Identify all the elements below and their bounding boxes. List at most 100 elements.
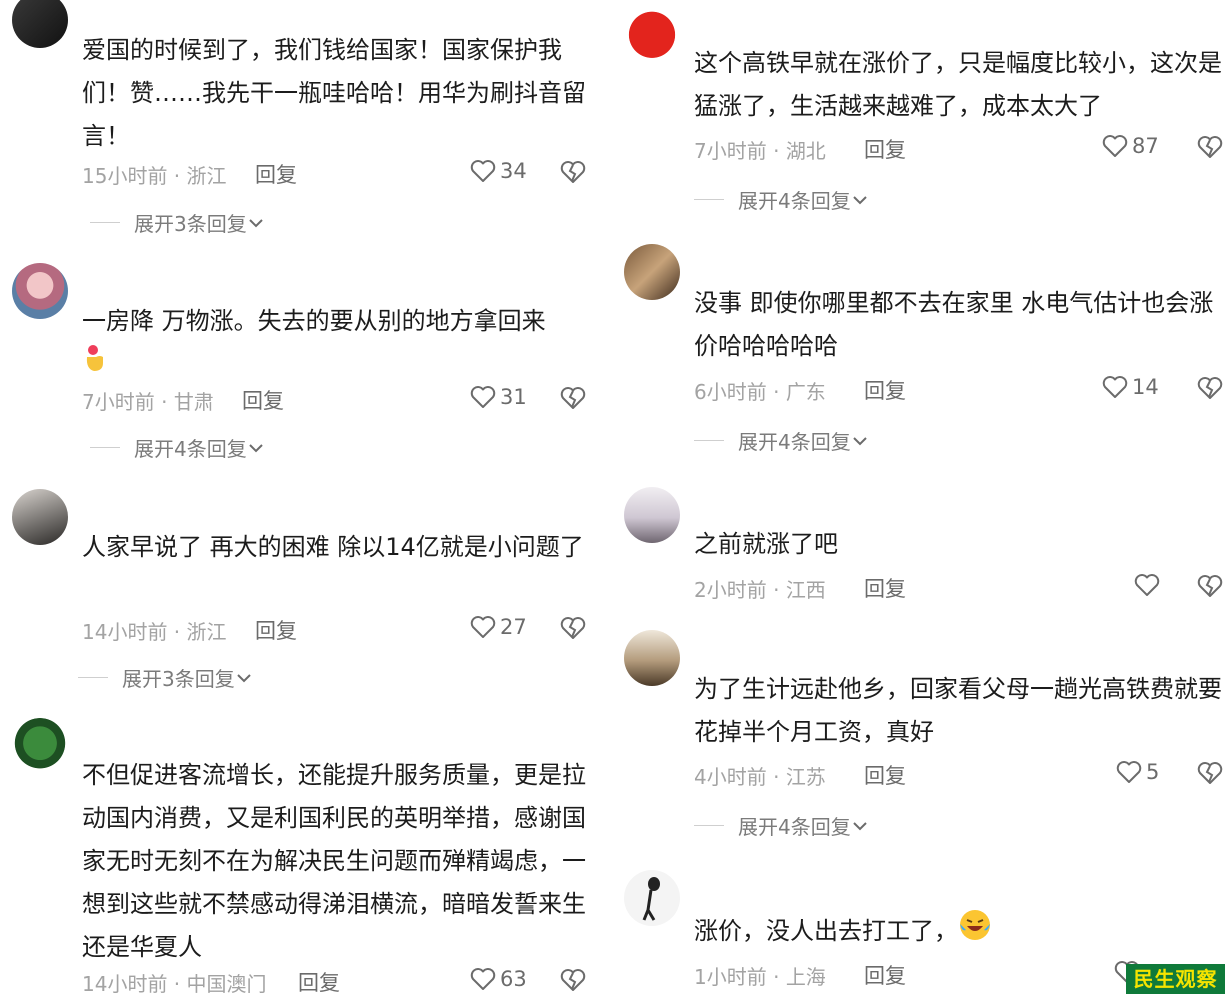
comment-text: 为了生计远赴他乡，回家看父母一趟光高铁费就要花掉半个月工资，真好: [694, 675, 1222, 746]
broken-heart-icon[interactable]: [1197, 574, 1223, 598]
expand-replies-button[interactable]: 展开4条回复: [694, 185, 869, 214]
reply-button[interactable]: 回复: [864, 960, 906, 990]
comment-region: 浙江: [186, 620, 227, 644]
heart-outline-icon: [470, 968, 496, 990]
reply-button[interactable]: 回复: [242, 385, 284, 415]
reply-button[interactable]: 回复: [864, 760, 906, 790]
expand-label: 展开3条回复: [134, 212, 247, 236]
expand-replies-button[interactable]: 展开4条回复: [694, 426, 869, 455]
expand-label: 展开4条回复: [134, 437, 247, 461]
meta-separator: ·: [766, 765, 786, 789]
broken-heart-icon[interactable]: [560, 968, 586, 992]
like-button[interactable]: 87: [1102, 134, 1159, 158]
like-count: 31: [500, 385, 527, 409]
divider-line: [78, 677, 108, 678]
like-button[interactable]: 27: [470, 615, 527, 639]
like-button[interactable]: 63: [470, 967, 527, 991]
expand-replies-button[interactable]: 展开4条回复: [90, 433, 265, 462]
expand-label: 展开4条回复: [738, 815, 851, 839]
comment-region: 上海: [785, 965, 826, 989]
reply-button[interactable]: 回复: [255, 159, 297, 189]
comment-meta: 7小时前 · 湖北: [694, 135, 826, 164]
reply-button[interactable]: 回复: [864, 375, 906, 405]
broken-heart-icon[interactable]: [560, 386, 586, 410]
divider-line: [694, 825, 724, 826]
comment-meta: 14小时前 · 中国澳门: [82, 968, 267, 997]
meta-separator: ·: [167, 972, 187, 996]
chevron-down-icon: [249, 443, 263, 452]
expand-label: 展开4条回复: [738, 189, 851, 213]
meta-separator: ·: [167, 164, 187, 188]
broken-heart-icon[interactable]: [560, 160, 586, 184]
comment-region: 湖北: [785, 139, 826, 163]
heart-outline-icon: [1102, 376, 1128, 398]
broken-heart-icon[interactable]: [1197, 761, 1223, 785]
avatar[interactable]: [12, 263, 68, 319]
comment-region: 中国澳门: [186, 972, 267, 996]
broken-heart-icon[interactable]: [1197, 376, 1223, 400]
divider-line: [90, 447, 120, 448]
heart-outline-icon: [1116, 761, 1142, 783]
like-count: 27: [500, 615, 527, 639]
reply-button[interactable]: 回复: [864, 134, 906, 164]
avatar[interactable]: [624, 870, 680, 926]
comment-region: 甘肃: [173, 390, 214, 414]
avatar[interactable]: [624, 630, 680, 686]
finger-heart-emoji-icon: [82, 343, 108, 387]
heart-outline-icon: [1134, 574, 1160, 596]
chevron-down-icon: [853, 195, 867, 204]
comment-text: 一房降 万物涨。失去的要从别的地方拿回来: [82, 300, 592, 387]
comment-region: 江苏: [785, 765, 826, 789]
meta-separator: ·: [766, 380, 786, 404]
comment-text: 爱国的时候到了，我们钱给国家！国家保护我们！赞……我先干一瓶哇哈哈！用华为刷抖音…: [82, 36, 586, 150]
comment-time: 1小时前: [694, 965, 767, 989]
expand-replies-button[interactable]: 展开3条回复: [78, 663, 253, 692]
comment-text: 之前就涨了吧: [694, 530, 838, 558]
broken-heart-icon[interactable]: [1197, 135, 1223, 159]
comment-meta: 6小时前 · 广东: [694, 376, 826, 405]
like-button[interactable]: [1134, 573, 1164, 597]
expand-replies-button[interactable]: 展开4条回复: [694, 811, 869, 840]
expand-replies-button[interactable]: 展开3条回复: [90, 208, 265, 237]
like-button[interactable]: 14: [1102, 375, 1159, 399]
like-button[interactable]: 34: [470, 159, 527, 183]
meta-separator: ·: [154, 390, 174, 414]
avatar[interactable]: [12, 489, 68, 545]
like-count: 87: [1132, 134, 1159, 158]
avatar[interactable]: [624, 487, 680, 543]
comment-region: 浙江: [186, 164, 227, 188]
comment-text: 这个高铁早就在涨价了，只是幅度比较小，这次是猛涨了，生活越来越难了，成本太大了: [694, 49, 1222, 120]
comment-time: 7小时前: [694, 139, 767, 163]
comment-time: 4小时前: [694, 765, 767, 789]
comment-time: 15小时前: [82, 164, 168, 188]
comment-meta: 1小时前 · 上海: [694, 961, 826, 990]
avatar[interactable]: [12, 0, 68, 48]
like-count: 63: [500, 967, 527, 991]
avatar[interactable]: [624, 4, 680, 60]
chevron-down-icon: [853, 821, 867, 830]
meta-separator: ·: [167, 620, 187, 644]
heart-outline-icon: [470, 386, 496, 408]
comment-text: 涨价，没人出去打工了，: [694, 908, 1224, 956]
avatar[interactable]: [12, 718, 68, 774]
comment-meta: 7小时前 · 甘肃: [82, 386, 214, 415]
right-comment-column: 这个高铁早就在涨价了，只是幅度比较小，这次是猛涨了，生活越来越难了，成本太大了 …: [612, 0, 1231, 1000]
expand-label: 展开4条回复: [738, 430, 851, 454]
reply-button[interactable]: 回复: [255, 615, 297, 645]
heart-outline-icon: [1102, 135, 1128, 157]
like-button[interactable]: 31: [470, 385, 527, 409]
meta-separator: ·: [766, 139, 786, 163]
reply-button[interactable]: 回复: [864, 573, 906, 603]
expand-label: 展开3条回复: [122, 667, 235, 691]
meta-separator: ·: [766, 965, 786, 989]
divider-line: [694, 199, 724, 200]
comment-text-content: 一房降 万物涨。失去的要从别的地方拿回来: [82, 307, 546, 335]
comment-meta: 15小时前 · 浙江: [82, 160, 227, 189]
comment-text: 不但促进客流增长，还能提升服务质量，更是拉动国内消费，又是利国利民的英明举措，感…: [82, 761, 586, 961]
like-button[interactable]: 5: [1116, 760, 1159, 784]
reply-button[interactable]: 回复: [298, 967, 340, 997]
avatar[interactable]: [624, 244, 680, 300]
comment-time: 6小时前: [694, 380, 767, 404]
divider-line: [90, 222, 120, 223]
broken-heart-icon[interactable]: [560, 616, 586, 640]
